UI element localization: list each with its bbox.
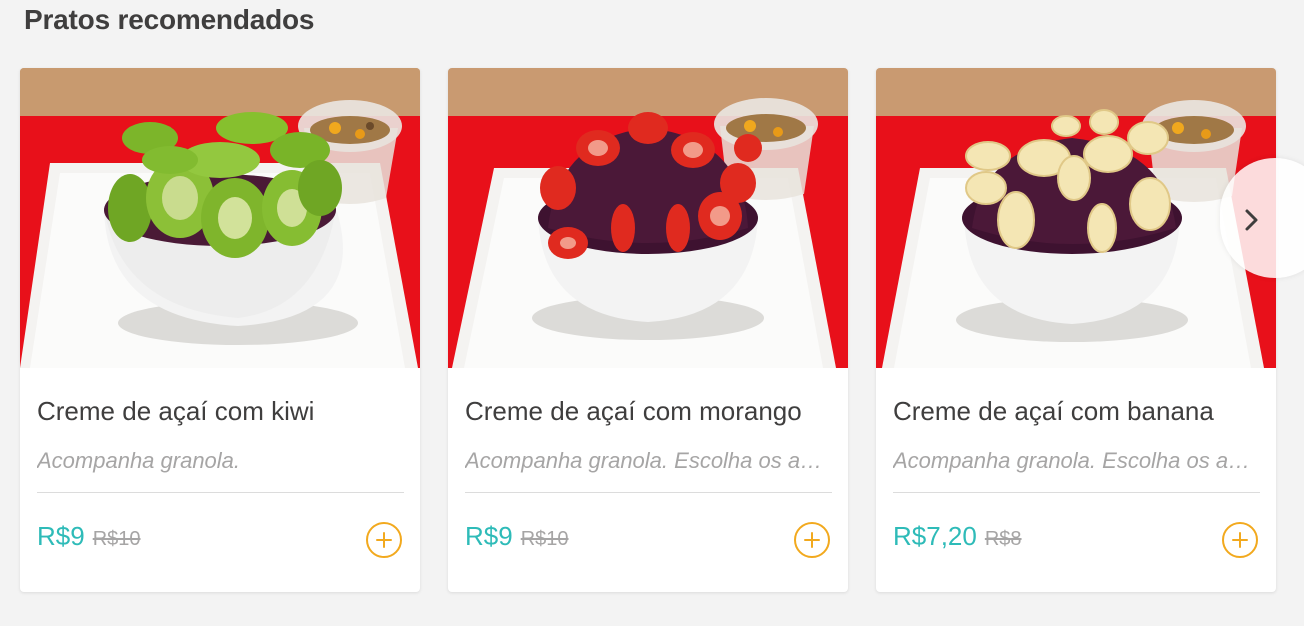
price-row: R$9 R$10 [465,521,569,552]
plus-icon [804,532,820,548]
price-row: R$9 R$10 [37,521,141,552]
dish-photo-kiwi [20,68,420,368]
dish-price: R$7,20 [893,521,977,551]
dish-photo-morango [448,68,848,368]
dish-old-price: R$8 [984,528,1022,550]
card-divider [37,492,404,493]
card-divider [893,492,1260,493]
add-to-cart-button[interactable] [794,522,830,558]
dish-price: R$9 [37,521,85,551]
dish-name: Creme de açaí com morango [465,396,802,426]
card-divider [465,492,832,493]
plus-icon [376,532,392,548]
add-to-cart-button[interactable] [366,522,402,558]
dish-description: Acompanha granola. Escolha os adicionais [465,448,832,473]
dish-card-body: Creme de açaí com kiwi Acompanha granola… [37,368,404,592]
plus-icon [1232,532,1248,548]
dish-card-kiwi[interactable]: Creme de açaí com kiwi Acompanha granola… [20,68,420,592]
dish-description: Acompanha granola. [37,448,241,473]
add-to-cart-button[interactable] [1222,522,1258,558]
dish-photo-banana [876,68,1276,368]
section-title: Pratos recomendados [24,4,315,35]
dish-name: Creme de açaí com banana [893,396,1214,426]
dish-price: R$9 [465,521,513,551]
dish-old-price: R$10 [520,528,569,550]
price-row: R$7,20 R$8 [893,521,1022,552]
dish-description: Acompanha granola. Escolha os adicionais [893,448,1260,473]
dish-card-body: Creme de açaí com banana Acompanha grano… [893,368,1260,592]
dish-card-morango[interactable]: Creme de açaí com morango Acompanha gran… [448,68,848,592]
dish-old-price: R$10 [92,528,141,550]
dish-name: Creme de açaí com kiwi [37,396,315,426]
dish-carousel: Creme de açaí com kiwi Acompanha granola… [20,68,1304,598]
dish-card-banana[interactable]: Creme de açaí com banana Acompanha grano… [876,68,1276,592]
chevron-right-icon [1245,209,1258,231]
dish-card-body: Creme de açaí com morango Acompanha gran… [465,368,832,592]
